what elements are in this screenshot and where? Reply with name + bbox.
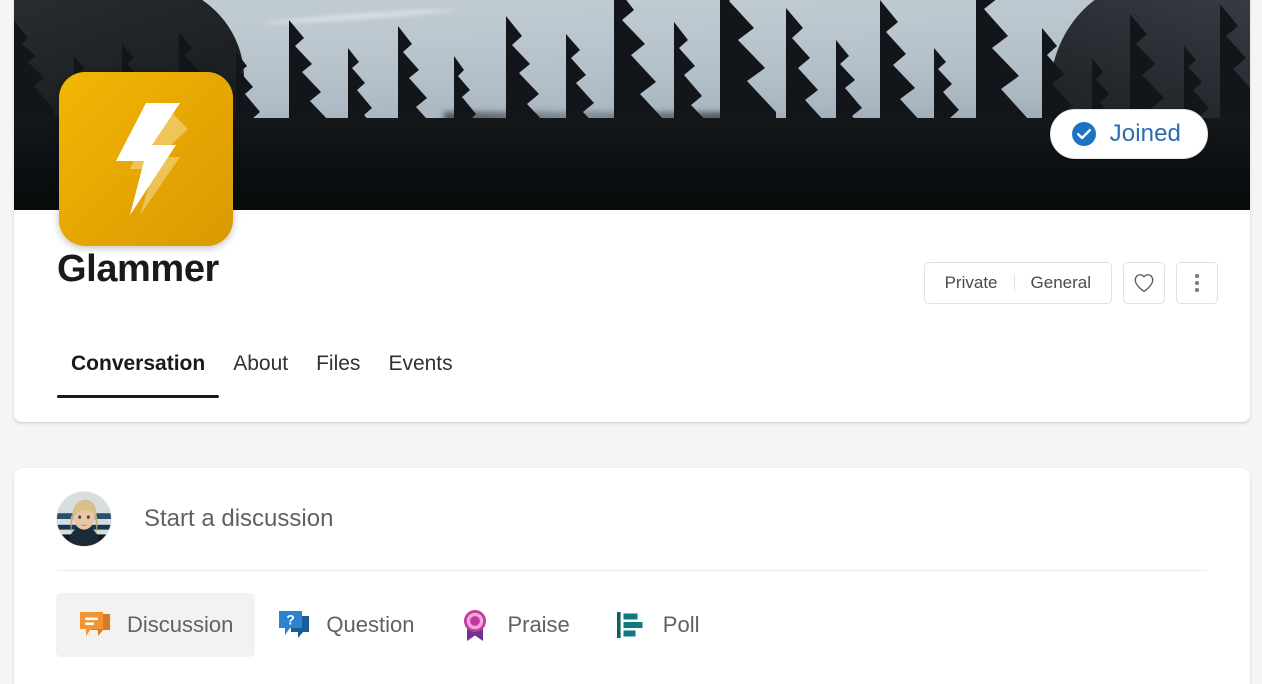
post-type-selector: Discussion ? Question Praise Poll (56, 593, 721, 657)
avatar[interactable] (56, 491, 112, 547)
group-meta-chips: Private General (923, 262, 1112, 304)
favorite-button[interactable] (1123, 262, 1165, 304)
tab-about-label: About (233, 352, 289, 375)
group-header-card: Joined Glammer Private General Conversat… (14, 0, 1250, 422)
composer-divider (57, 570, 1207, 571)
group-avatar[interactable] (59, 72, 233, 246)
group-page: Joined Glammer Private General Conversat… (0, 0, 1262, 684)
heart-icon (1134, 274, 1154, 293)
joined-button-label: Joined (1109, 120, 1181, 147)
privacy-chip[interactable]: Private (929, 263, 1014, 303)
lightning-bolt-icon (116, 103, 188, 215)
header-actions: Private General (923, 262, 1218, 304)
tab-files-label: Files (316, 352, 361, 375)
post-type-question[interactable]: ? Question (255, 593, 436, 657)
post-type-question-label: Question (326, 612, 415, 637)
tab-events[interactable]: Events (374, 352, 466, 398)
check-circle-icon (1071, 122, 1096, 146)
post-type-poll-label: Poll (662, 612, 700, 637)
discussion-bubble-icon (80, 612, 110, 636)
post-type-discussion[interactable]: Discussion (56, 593, 256, 657)
svg-text:?: ? (287, 612, 296, 628)
more-vertical-icon (1195, 274, 1199, 292)
page-title: Glammer (57, 248, 219, 290)
praise-ribbon-icon (464, 610, 487, 641)
joined-button[interactable]: Joined (1049, 109, 1208, 159)
tab-files[interactable]: Files (302, 352, 374, 398)
tab-conversation-label: Conversation (71, 352, 206, 375)
post-composer-card: Start a discussion Discussion ? Question… (14, 468, 1250, 684)
group-tabs: Conversation About Files Events (57, 352, 467, 398)
post-type-praise[interactable]: Praise (436, 593, 591, 657)
post-type-poll[interactable]: Poll (592, 593, 722, 657)
start-discussion-input[interactable]: Start a discussion (144, 505, 333, 533)
composer-prompt-row: Start a discussion (14, 468, 1250, 570)
post-type-praise-label: Praise (507, 612, 570, 637)
poll-bars-icon (616, 612, 643, 638)
tab-events-label: Events (388, 352, 453, 375)
tab-about[interactable]: About (219, 352, 302, 398)
classification-chip[interactable]: General (1015, 263, 1107, 303)
more-options-button[interactable] (1176, 262, 1218, 304)
post-type-discussion-label: Discussion (127, 612, 234, 637)
tab-conversation[interactable]: Conversation (57, 352, 220, 398)
question-bubble-icon: ? (279, 611, 310, 638)
user-avatar-photo (57, 492, 111, 546)
